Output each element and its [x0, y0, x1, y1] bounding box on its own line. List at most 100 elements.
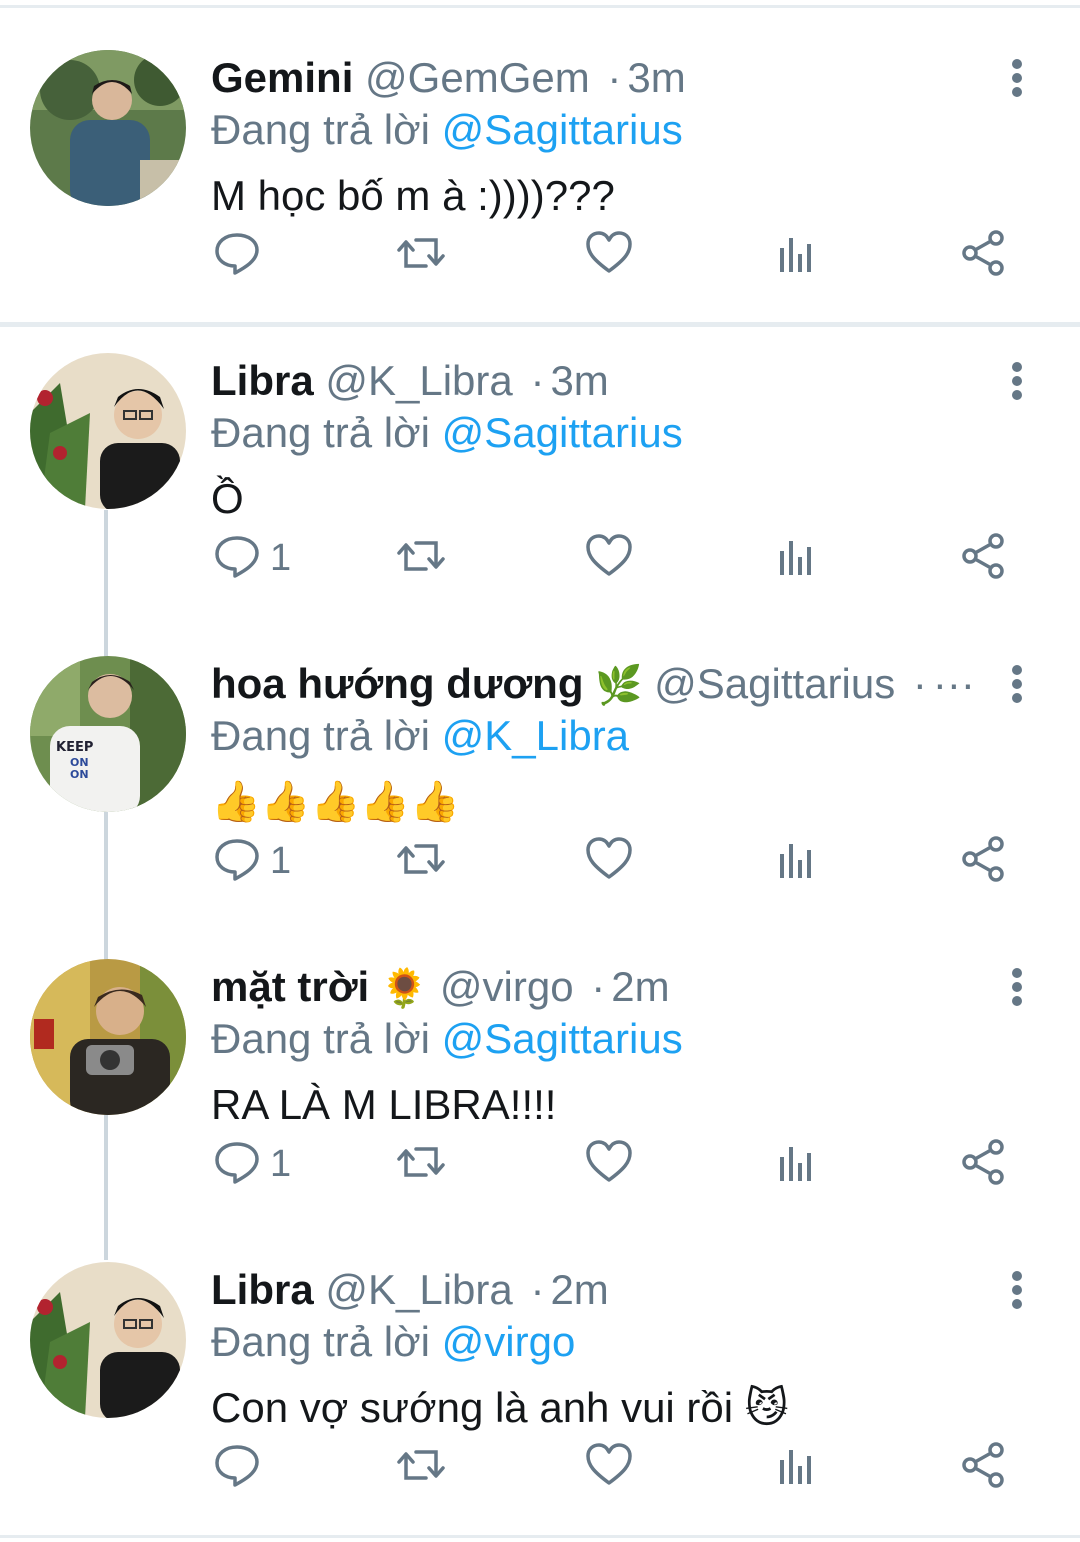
name-emoji: 🌻	[380, 966, 429, 1010]
separator: ·	[912, 660, 927, 707]
reply-prefix: Đang trả lời	[211, 1015, 430, 1062]
analytics-icon	[772, 228, 822, 283]
replying-to: Đang trả lời @Sagittarius	[211, 407, 683, 459]
timestamp: 2m	[550, 1266, 609, 1313]
replying-to: Đang trả lời @Sagittarius	[211, 1013, 683, 1065]
avatar[interactable]: KEEP ON ON	[30, 656, 186, 812]
heart-icon	[584, 228, 634, 283]
reply-thread: Gemini @GemGem · 3m Đang trả lời @Sagitta…	[0, 0, 1080, 1542]
reply-button[interactable]	[212, 225, 270, 285]
more-vertical-icon[interactable]	[1002, 662, 1032, 706]
tweet-header: Libra @K_Libra · 2m	[211, 1264, 990, 1316]
heart-icon	[584, 834, 634, 889]
display-name[interactable]: hoa hướng dương	[211, 660, 583, 707]
reply-mention[interactable]: @Sagittarius	[442, 1015, 683, 1062]
retweet-button[interactable]	[396, 225, 446, 285]
reply-button[interactable]: 1	[212, 831, 291, 891]
tweet-text: M học bố m à :))))???	[211, 172, 615, 219]
like-button[interactable]	[584, 1437, 634, 1497]
more-vertical-icon[interactable]	[1002, 56, 1032, 100]
like-button[interactable]	[584, 528, 634, 588]
tweet-virgo[interactable]: mặt trời 🌻 @virgo · 2m Đang trả lời @Sagi…	[0, 909, 1080, 1209]
tweet-libra-1[interactable]: Libra @K_Libra · 3m Đang trả lời @Sagitta…	[0, 303, 1080, 603]
avatar[interactable]	[30, 1262, 186, 1418]
display-name[interactable]: mặt trời	[211, 963, 369, 1010]
tweet-text: Con vợ sướng là anh vui rồi 😼	[211, 1384, 789, 1431]
reply-mention[interactable]: @Sagittarius	[442, 409, 683, 456]
tweet-text: 👍👍👍👍👍	[211, 779, 461, 825]
reply-mention[interactable]: @Sagittarius	[442, 106, 683, 153]
tweet-sagittarius[interactable]: KEEP ON ON hoa hướng dương 🌿 @Sagittariu…	[0, 606, 1080, 906]
reply-button[interactable]: 1	[212, 1134, 291, 1194]
timestamp: 3m	[550, 357, 609, 404]
separator: ·	[530, 1266, 545, 1313]
tweet-gemini[interactable]: Gemini @GemGem · 3m Đang trả lời @Sagitta…	[0, 0, 1080, 300]
svg-text:ON: ON	[70, 768, 89, 781]
reply-count: 1	[270, 1142, 292, 1185]
retweet-button[interactable]	[396, 528, 446, 588]
reply-mention[interactable]: @virgo	[442, 1318, 576, 1365]
more-vertical-icon[interactable]	[1002, 1268, 1032, 1312]
share-icon	[958, 531, 1008, 586]
share-icon	[958, 228, 1008, 283]
share-button[interactable]	[958, 225, 1008, 285]
tweet-header: mặt trời 🌻 @virgo · 2m	[211, 961, 990, 1013]
like-button[interactable]	[584, 225, 634, 285]
stats-button[interactable]	[772, 1134, 822, 1194]
more-vertical-icon[interactable]	[1002, 965, 1032, 1009]
share-button[interactable]	[958, 831, 1008, 891]
reply-button[interactable]: 1	[212, 528, 291, 588]
retweet-button[interactable]	[396, 831, 446, 891]
display-name[interactable]: Libra	[211, 1266, 314, 1313]
like-button[interactable]	[584, 831, 634, 891]
stats-button[interactable]	[772, 831, 822, 891]
action-bar	[0, 225, 1080, 285]
avatar[interactable]	[30, 959, 186, 1115]
tweet-text: Ồ	[211, 475, 244, 522]
avatar[interactable]	[30, 50, 186, 206]
reply-icon	[212, 228, 262, 283]
tweet-libra-2[interactable]: Libra @K_Libra · 2m Đang trả lời @virgo C…	[0, 1212, 1080, 1512]
display-name[interactable]: Gemini	[211, 54, 353, 101]
reply-count: 1	[270, 839, 292, 882]
share-icon	[958, 1137, 1008, 1192]
share-button[interactable]	[958, 1134, 1008, 1194]
action-bar: 1	[0, 831, 1080, 891]
reply-button[interactable]	[212, 1437, 270, 1497]
more-vertical-icon[interactable]	[1002, 359, 1032, 403]
action-bar: 1	[0, 1134, 1080, 1194]
retweet-icon	[396, 228, 446, 283]
separator: ·	[591, 963, 606, 1010]
handle[interactable]: @GemGem	[365, 54, 590, 101]
avatar[interactable]	[30, 353, 186, 509]
share-button[interactable]	[958, 1437, 1008, 1497]
timestamp: 3m	[627, 54, 686, 101]
retweet-button[interactable]	[396, 1437, 446, 1497]
share-button[interactable]	[958, 528, 1008, 588]
analytics-icon	[772, 1440, 822, 1495]
handle[interactable]: @K_Libra	[325, 357, 512, 404]
retweet-icon	[396, 1137, 446, 1192]
reply-mention[interactable]: @K_Libra	[442, 712, 629, 759]
separator: ·	[607, 54, 622, 101]
stats-button[interactable]	[772, 528, 822, 588]
display-name[interactable]: Libra	[211, 357, 314, 404]
reply-prefix: Đang trả lời	[211, 106, 430, 153]
stats-button[interactable]	[772, 1437, 822, 1497]
heart-icon	[584, 1440, 634, 1495]
retweet-icon	[396, 1440, 446, 1495]
tweet-header: hoa hướng dương 🌿 @Sagittarius · ···	[211, 658, 990, 710]
retweet-button[interactable]	[396, 1134, 446, 1194]
handle[interactable]: @K_Libra	[325, 1266, 512, 1313]
analytics-icon	[772, 531, 822, 586]
reply-icon	[212, 834, 262, 889]
handle[interactable]: @virgo	[440, 963, 574, 1010]
tweet-text: RA LÀ M LIBRA!!!!	[211, 1081, 557, 1128]
action-bar: 1	[0, 528, 1080, 588]
stats-button[interactable]	[772, 225, 822, 285]
like-button[interactable]	[584, 1134, 634, 1194]
analytics-icon	[772, 834, 822, 889]
retweet-icon	[396, 531, 446, 586]
handle[interactable]: @Sagittarius	[654, 660, 895, 707]
action-bar	[0, 1437, 1080, 1497]
